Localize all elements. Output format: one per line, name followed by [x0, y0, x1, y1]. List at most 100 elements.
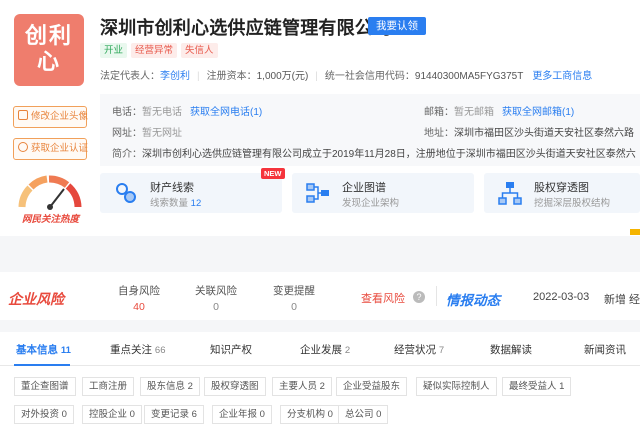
phone-row: 电话：暂无电话 获取全网电话(1) — [112, 103, 262, 118]
email-value: 暂无邮箱 — [454, 107, 494, 118]
chip-ultimate-beneficiary[interactable]: 最终受益人 1 — [502, 377, 572, 396]
status-badge-abnormal[interactable]: 经营异常 — [131, 43, 178, 58]
edit-avatar-button[interactable]: 修改企业头像 — [13, 106, 88, 128]
shield-icon — [18, 142, 28, 152]
chip-change-records[interactable]: 变更记录 6 — [144, 405, 204, 424]
status-badge-dishonest[interactable]: 失信人 — [181, 43, 218, 58]
tab-count: 66 — [154, 345, 166, 356]
more-info-link[interactable]: 更多工商信息 — [532, 71, 592, 82]
self-risk-value: 40 — [133, 301, 145, 313]
email-label: 邮箱： — [424, 107, 454, 118]
chip-actual-controller[interactable]: 疑似实际控制人 — [416, 377, 497, 396]
change-reminder-value: 0 — [291, 301, 297, 313]
card-property-clues[interactable]: 财产线索 线索数量 12 — [100, 173, 282, 213]
related-risk[interactable]: 关联风险 0 — [181, 283, 251, 313]
chip-branches[interactable]: 分支机构 0 — [280, 405, 340, 424]
yellow-marker — [630, 229, 640, 235]
intel-date: 2022-03-03 — [533, 291, 590, 303]
tab-count: 7 — [438, 345, 445, 356]
get-cert-button[interactable]: 获取企业认证 — [13, 138, 88, 160]
claim-button[interactable]: 我要认领 — [368, 17, 426, 35]
tab-key-focus[interactable]: 重点关注 66 — [110, 342, 166, 357]
tab-label: 重点关注 — [110, 344, 152, 356]
risk-logo: 企业风险 — [8, 291, 64, 307]
tab-development[interactable]: 企业发展 2 — [300, 342, 350, 357]
section-divider — [0, 236, 640, 272]
tab-ip[interactable]: 知识产权 — [210, 342, 252, 357]
get-phone-link[interactable]: 获取全网电话(1) — [190, 107, 262, 118]
tab-news[interactable]: 新闻资讯 — [584, 342, 626, 357]
tab-count: 11 — [60, 345, 71, 356]
org-chart-icon — [306, 183, 329, 203]
clue-count: 12 — [190, 198, 202, 209]
intro-value: 深圳市创利心选供应链管理有限公司成立于2019年11月28日，注册地位于深圳市福… — [142, 149, 636, 160]
address-row: 地址：深圳市福田区沙头街道天安社区泰然六路 — [424, 124, 634, 139]
site-label: 网址： — [112, 128, 142, 139]
change-reminder-label: 变更提醒 — [273, 285, 315, 297]
logo-text-line2: 心 — [36, 49, 61, 74]
company-name: 深圳市创利心选供应链管理有限公司 — [100, 18, 392, 38]
phone-value: 暂无电话 — [142, 107, 182, 118]
tab-bar: 基本信息 11 重点关注 66 知识产权 企业发展 2 经营状况 7 数据解读 … — [0, 332, 640, 366]
site-row: 网址：暂无网址 — [112, 124, 182, 139]
related-risk-value: 0 — [213, 301, 219, 313]
card-subtitle: 挖掘深层股权结构 — [534, 198, 611, 209]
legal-rep-label: 法定代表人： — [100, 71, 160, 82]
chip-key-people[interactable]: 主要人员 2 — [272, 377, 332, 396]
chip-investments[interactable]: 对外投资 0 — [14, 405, 74, 424]
view-risk-link[interactable]: 查看风险 — [361, 290, 405, 306]
chip-head-office[interactable]: 总公司 0 — [338, 405, 389, 424]
tab-label: 知识产权 — [210, 344, 252, 356]
intel-logo: 情报动态 — [446, 293, 500, 308]
chip-graph[interactable]: 董企查图谱 — [14, 377, 76, 396]
intro-row: 简介：深圳市创利心选供应链管理有限公司成立于2019年11月28日，注册地位于深… — [112, 145, 640, 160]
intro-label: 简介： — [112, 149, 142, 160]
chip-beneficiary-holders[interactable]: 企业受益股东 — [336, 377, 408, 396]
equity-tree-icon — [498, 182, 522, 205]
credit-code: 91440300MA5FYG375T — [414, 71, 524, 82]
email-row: 邮箱：暂无邮箱 获取全网邮箱(1) — [424, 103, 574, 118]
site-value: 暂无网址 — [142, 128, 182, 139]
image-icon — [18, 110, 28, 120]
heat-label: 网民关注热度 — [22, 214, 80, 225]
card-title: 企业图谱 — [342, 182, 386, 194]
intel-text[interactable]: 新增 经 — [604, 291, 640, 307]
tab-label: 数据解读 — [490, 344, 532, 356]
basic-info-row: 法定代表人：李创利 | 注册资本：1,000万(元) | 统一社会信用代码：914403… — [100, 71, 593, 82]
card-subtitle: 发现企业架构 — [342, 198, 400, 209]
heat-gauge: 网民关注热度 — [14, 171, 86, 225]
self-risk[interactable]: 自身风险 40 — [104, 283, 174, 313]
capital-label: 注册资本： — [206, 71, 257, 82]
chip-registration[interactable]: 工商注册 — [82, 377, 135, 396]
tab-label: 基本信息 — [16, 344, 58, 356]
chip-equity[interactable]: 股权穿透图 — [204, 377, 266, 396]
capital-value: 1,000万(元) — [256, 71, 309, 82]
tab-data-analysis[interactable]: 数据解读 — [490, 342, 532, 357]
divider — [436, 286, 437, 306]
new-badge: NEW — [261, 168, 285, 179]
question-icon[interactable]: ? — [413, 291, 425, 303]
credit-label: 统一社会信用代码： — [324, 71, 415, 82]
tab-basic-info[interactable]: 基本信息 11 — [16, 342, 71, 357]
card-sub-label: 线索数量 — [150, 198, 189, 209]
chip-shareholders[interactable]: 股东信息 2 — [140, 377, 200, 396]
property-icon — [116, 183, 136, 203]
address-value: 深圳市福田区沙头街道天安社区泰然六路 — [454, 128, 634, 139]
logo-text-line1: 创利 — [24, 23, 73, 48]
address-label: 地址： — [424, 128, 454, 139]
tab-operations[interactable]: 经营状况 7 — [394, 342, 444, 357]
get-email-link[interactable]: 获取全网邮箱(1) — [502, 107, 574, 118]
chip-annual-reports[interactable]: 企业年报 0 — [212, 405, 272, 424]
card-title: 财产线索 — [150, 182, 194, 194]
gauge-icon — [18, 175, 82, 210]
change-reminder[interactable]: 变更提醒 0 — [259, 283, 329, 313]
tab-label: 企业发展 — [300, 344, 342, 356]
active-tab-indicator — [14, 364, 70, 366]
chip-holdings[interactable]: 控股企业 0 — [82, 405, 142, 424]
legal-rep-link[interactable]: 李创利 — [160, 71, 190, 82]
card-title: 股权穿透图 — [534, 182, 589, 194]
tab-count: 2 — [344, 345, 351, 356]
self-risk-label: 自身风险 — [118, 285, 160, 297]
card-enterprise-graph[interactable]: 企业图谱 发现企业架构 — [292, 173, 474, 213]
card-equity-penetration[interactable]: 股权穿透图 挖掘深层股权结构 — [484, 173, 640, 213]
